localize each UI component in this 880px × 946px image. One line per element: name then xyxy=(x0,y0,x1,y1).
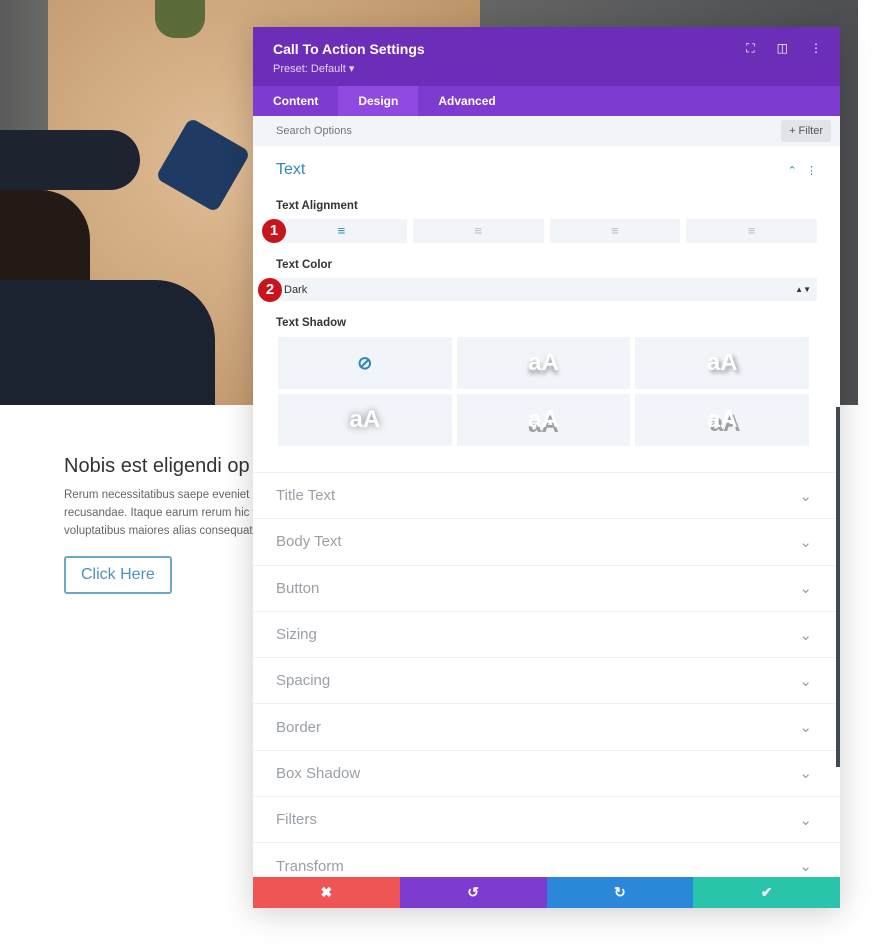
group-label: Border xyxy=(276,718,322,736)
settings-panel: Call To Action Settings Preset: Default … xyxy=(253,27,840,908)
group-label: Title Text xyxy=(276,487,336,505)
close-icon: ✖ xyxy=(320,884,333,900)
shadow-option[interactable]: aA xyxy=(456,394,631,446)
cta-button[interactable]: Click Here xyxy=(64,556,172,594)
text-shadow-label: Text Shadow xyxy=(276,317,347,329)
split-view-icon[interactable]: ◫ xyxy=(777,41,788,56)
check-icon: ✔ xyxy=(760,884,773,900)
select-arrows-icon: ▲▼ xyxy=(795,285,811,294)
shadow-option[interactable]: aA xyxy=(635,394,809,446)
undo-icon: ↺ xyxy=(467,884,479,900)
group-filters[interactable]: Filters ⌄ xyxy=(253,796,840,842)
group-label: Filters xyxy=(276,811,317,829)
group-sizing[interactable]: Sizing ⌄ xyxy=(253,610,840,657)
scrollbar[interactable] xyxy=(836,407,840,767)
step-badge: 2 xyxy=(258,278,282,302)
panel-header: Call To Action Settings Preset: Default … xyxy=(253,27,840,86)
group-label: Sizing xyxy=(276,626,317,644)
redo-button[interactable]: ↻ xyxy=(546,877,694,908)
chevron-down-icon: ⌄ xyxy=(799,811,812,829)
tab-design[interactable]: Design xyxy=(338,86,419,116)
panel-footer: ✖ ↺ ↻ ✔ xyxy=(253,877,840,908)
search-input[interactable] xyxy=(276,125,418,137)
text-alignment-label: Text Alignment xyxy=(276,200,358,212)
chevron-down-icon: ⌄ xyxy=(799,533,812,551)
group-border[interactable]: Border ⌄ xyxy=(253,703,840,749)
tab-content[interactable]: Content xyxy=(253,86,338,116)
preset-dropdown[interactable]: Preset: Default ▾ xyxy=(273,62,820,75)
shadow-option[interactable]: aA xyxy=(635,337,809,389)
chevron-down-icon: ⌄ xyxy=(799,858,812,876)
align-justify-button[interactable]: ≡ xyxy=(686,219,817,243)
panel-title: Call To Action Settings xyxy=(273,41,425,57)
chevron-down-icon: ⌄ xyxy=(799,672,812,690)
fullscreen-icon[interactable]: ⛶ xyxy=(746,41,754,56)
group-body-text[interactable]: Body Text ⌄ xyxy=(253,518,840,564)
group-label: Box Shadow xyxy=(276,764,361,782)
group-label: Spacing xyxy=(276,672,331,690)
text-section: Text ⌃ ⋮ Text Alignment 1 ≡ ≡ ≡ ≡ Text C… xyxy=(253,146,840,446)
group-button[interactable]: Button ⌄ xyxy=(253,564,840,611)
chevron-down-icon: ⌄ xyxy=(799,626,812,644)
more-icon[interactable]: ⋮ xyxy=(806,165,817,177)
shadow-option[interactable]: aA xyxy=(278,394,452,446)
text-alignment-control: 1 ≡ ≡ ≡ ≡ xyxy=(262,219,817,243)
align-left-button[interactable]: ≡ xyxy=(276,219,407,243)
undo-button[interactable]: ↺ xyxy=(399,877,547,908)
group-label: Button xyxy=(276,579,320,597)
step-badge: 1 xyxy=(262,219,286,243)
chevron-down-icon: ⌄ xyxy=(799,487,812,505)
section-title[interactable]: Text xyxy=(276,161,305,179)
chevron-down-icon: ⌄ xyxy=(799,719,812,737)
text-color-select[interactable]: 2 Dark ▲▼ xyxy=(258,278,817,302)
shadow-option[interactable]: aA xyxy=(456,337,631,389)
chevron-down-icon: ⌄ xyxy=(799,580,812,598)
tab-advanced[interactable]: Advanced xyxy=(418,86,515,116)
more-options-icon[interactable]: ⋮ xyxy=(810,41,822,56)
chevron-down-icon: ⌄ xyxy=(799,765,812,783)
cancel-button[interactable]: ✖ xyxy=(253,877,400,908)
text-shadow-options: ⊘ aA aA aA aA aA xyxy=(278,337,809,446)
text-color-value: Dark xyxy=(284,283,308,296)
no-shadow-icon: ⊘ xyxy=(357,352,373,373)
group-title-text[interactable]: Title Text ⌄ xyxy=(253,472,840,518)
group-label: Transform xyxy=(276,857,344,875)
save-button[interactable]: ✔ xyxy=(693,877,840,908)
text-color-label: Text Color xyxy=(276,259,333,271)
align-right-button[interactable]: ≡ xyxy=(549,219,681,243)
filter-button[interactable]: + Filter xyxy=(781,120,831,142)
align-center-button[interactable]: ≡ xyxy=(412,219,544,243)
group-spacing[interactable]: Spacing ⌄ xyxy=(253,657,840,703)
search-bar: + Filter xyxy=(253,116,840,146)
group-box-shadow[interactable]: Box Shadow ⌄ xyxy=(253,749,840,796)
chevron-up-icon[interactable]: ⌃ xyxy=(788,165,797,177)
group-label: Body Text xyxy=(276,533,342,551)
option-groups: Title Text ⌄ Body Text ⌄ Button ⌄ Sizing ⌄ S… xyxy=(253,472,840,889)
redo-icon: ↻ xyxy=(614,884,626,900)
tab-bar: Content Design Advanced xyxy=(253,86,840,116)
no-shadow-option[interactable]: ⊘ xyxy=(278,337,452,389)
